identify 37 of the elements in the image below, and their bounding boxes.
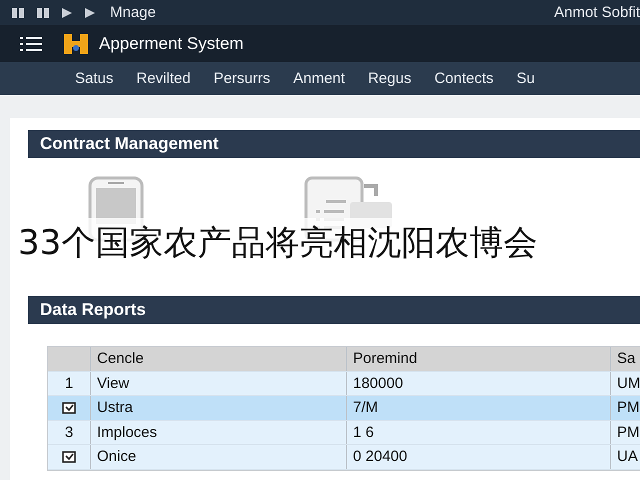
menu-icon[interactable] <box>20 36 42 50</box>
section-header: Data Reports <box>28 296 640 324</box>
nav-link[interactable]: Contects <box>434 70 494 87</box>
logo-icon <box>63 34 89 54</box>
table-cell: UM <box>611 372 640 395</box>
pause-icon[interactable] <box>12 8 24 18</box>
app-title: Apperment System <box>99 34 244 54</box>
pause-icon[interactable] <box>37 8 49 18</box>
section-header: Contract Management <box>28 130 640 158</box>
column-header[interactable]: Cencle <box>91 347 347 370</box>
table-cell: UA <box>611 445 640 468</box>
table-cell: Imploces <box>91 420 347 444</box>
nav-link[interactable]: Persurrs <box>214 70 270 87</box>
table-cell: 0 20400 <box>347 445 611 468</box>
column-header[interactable]: Poremind <box>347 347 611 370</box>
checkbox[interactable] <box>62 450 76 463</box>
table-cell: 180000 <box>347 372 611 395</box>
table-cell: Ustra <box>91 396 347 420</box>
nav-link[interactable]: Anment <box>293 70 345 87</box>
table-cell: 7/M <box>347 396 611 420</box>
column-header[interactable]: Sa <box>611 347 640 370</box>
row-number: 1 <box>64 374 74 392</box>
play-icon[interactable] <box>62 8 72 18</box>
checkbox[interactable] <box>62 402 76 414</box>
account-name[interactable]: Anmot Sobfit <box>554 4 640 21</box>
table-cell: Onice <box>91 445 347 468</box>
nav-link[interactable]: Su <box>516 70 535 87</box>
table-cell: View <box>91 372 347 395</box>
nav-link[interactable]: Revilted <box>136 70 191 87</box>
top-bar-title: Mnage <box>110 4 156 21</box>
table-cell: 1 6 <box>347 420 611 444</box>
play-icon[interactable] <box>85 8 95 18</box>
table-cell: PM <box>611 420 640 444</box>
nav-link[interactable]: Regus <box>368 70 412 87</box>
table-cell: PM <box>611 396 640 420</box>
nav-link[interactable]: Satus <box>75 70 114 87</box>
row-number: 3 <box>64 424 74 441</box>
